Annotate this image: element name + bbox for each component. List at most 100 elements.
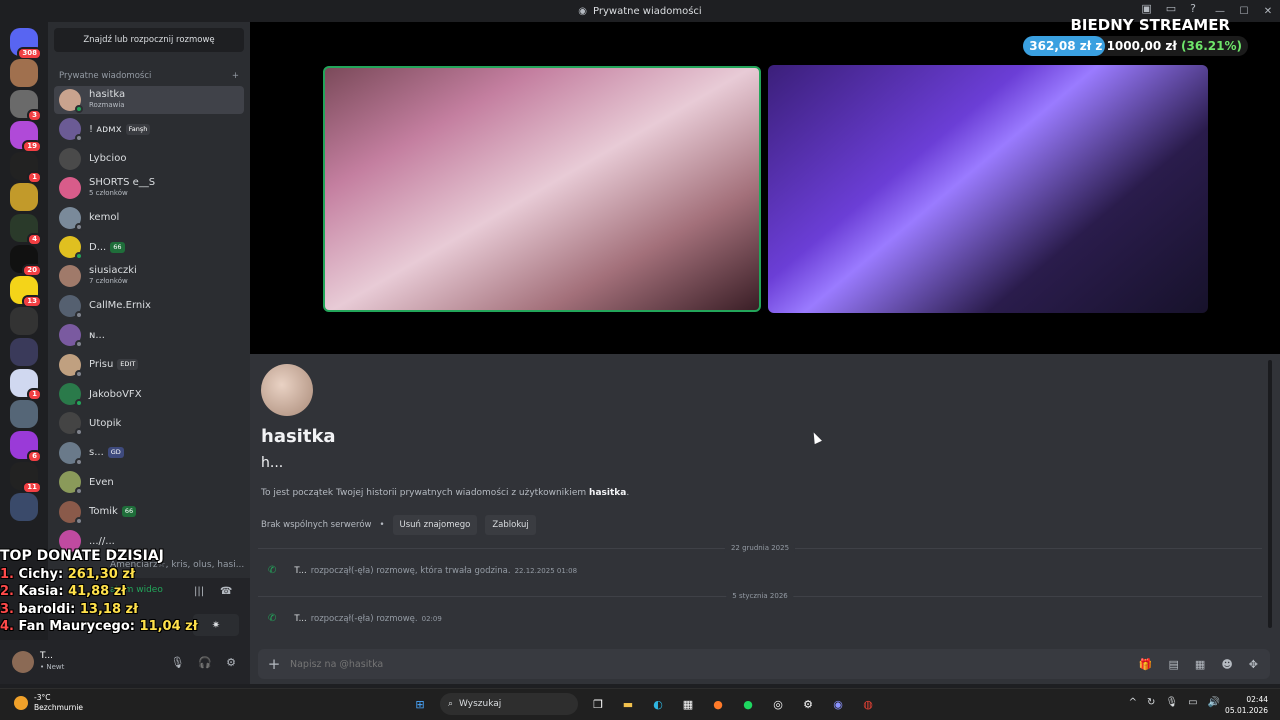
dm-item[interactable]: kemol xyxy=(54,204,244,232)
dm-item[interactable]: CallMe.Ernix xyxy=(54,292,244,320)
emoji-icon[interactable]: ☻ xyxy=(1221,658,1232,671)
dm-name: ...//... xyxy=(89,535,115,547)
sticker-icon[interactable]: ▦ xyxy=(1195,658,1205,671)
store-icon[interactable]: ▦ xyxy=(678,694,698,714)
server-icon[interactable]: 20 xyxy=(10,245,42,277)
server-icon[interactable]: 6 xyxy=(10,431,42,463)
dm-item[interactable]: siusiaczki 7 członków xyxy=(54,262,244,290)
call-timestamp: 02:09 xyxy=(421,614,442,623)
donate-value: 13,18 zł xyxy=(79,601,138,617)
dm-item[interactable]: SHORTS e__S 5 członków xyxy=(54,174,244,202)
call-author[interactable]: T... xyxy=(294,614,306,624)
dm-item[interactable]: Lybcioo xyxy=(54,145,244,173)
weather-desc: Bezchmurnie xyxy=(34,703,84,712)
system-tray: ^ ↻ 🎙 ▭ 🔊 xyxy=(1129,697,1220,708)
taskbar-search[interactable]: ⌕ Wyszukaj xyxy=(440,693,578,715)
donate-name: Kasia: xyxy=(18,584,64,599)
donate-value: 261,30 zł xyxy=(67,566,135,582)
dm-avatar xyxy=(59,353,83,378)
remove-friend-button[interactable]: Usuń znajomego xyxy=(392,515,478,535)
dm-item[interactable]: Utopik xyxy=(54,409,244,437)
message-input[interactable] xyxy=(290,658,1139,670)
chat-scrollbar[interactable] xyxy=(1268,360,1272,628)
dm-name: SHORTS e__S xyxy=(89,177,156,189)
donate-row: 1. Cichy: 261,30 zł xyxy=(0,566,200,584)
server-icon[interactable]: 1 xyxy=(10,369,42,401)
server-icon[interactable]: 11 xyxy=(10,462,42,494)
help-icon[interactable]: ? xyxy=(1190,2,1196,15)
tray-chevron-icon[interactable]: ^ xyxy=(1129,697,1137,708)
app-icon[interactable]: ◎ xyxy=(768,694,788,714)
goal-bar: 362,08 zł z 1000,00 zł (36.21%) xyxy=(1023,36,1248,56)
server-icon[interactable]: 3 xyxy=(10,90,42,122)
call-author[interactable]: T... xyxy=(294,566,306,576)
avatar-icon[interactable] xyxy=(10,59,38,87)
add-dm-icon[interactable]: + xyxy=(232,71,239,81)
dm-item[interactable]: Prisu EDIT xyxy=(54,351,244,379)
taskbar-search-label: Wyszukaj xyxy=(459,699,502,709)
dm-item[interactable]: Even xyxy=(54,468,244,496)
find-conversation-button[interactable]: Znajdź lub rozpocznij rozmowę xyxy=(54,28,244,52)
status-indicator xyxy=(75,428,83,437)
display-icon[interactable]: ▭ xyxy=(1188,697,1197,708)
no-mutual-servers[interactable]: Brak wspólnych serwerów xyxy=(261,520,371,530)
dm-item[interactable]: ɴ... xyxy=(54,321,244,349)
attach-plus-icon[interactable]: + xyxy=(258,655,290,673)
profile-avatar[interactable] xyxy=(261,364,313,416)
server-icon[interactable] xyxy=(10,338,38,366)
server-icon[interactable] xyxy=(10,183,38,211)
monitor-icon[interactable]: ▭ xyxy=(1166,2,1176,15)
volume-icon[interactable]: 🔊 xyxy=(1208,697,1220,708)
firefox-icon[interactable]: ● xyxy=(708,694,728,714)
dm-item[interactable]: ! ᴀᴅᴍx Fanşh xyxy=(54,115,244,143)
block-button[interactable]: Zablokuj xyxy=(485,515,536,535)
file-explorer-icon[interactable]: ▬ xyxy=(618,694,638,714)
discord-logo-icon[interactable]: 308 xyxy=(10,28,42,60)
window-title: Prywatne wiadomości xyxy=(593,5,702,17)
gif-icon[interactable]: ▤ xyxy=(1169,658,1179,671)
dot-separator: • xyxy=(379,520,385,530)
mic-tray-icon[interactable]: 🎙 xyxy=(1165,697,1178,708)
spotify-icon[interactable]: ● xyxy=(738,694,758,714)
dm-item[interactable]: JakoboVFX xyxy=(54,380,244,408)
settings-gear-icon[interactable]: ⚙ xyxy=(226,656,236,669)
headphones-icon[interactable]: 🎧 xyxy=(198,656,212,669)
dm-item[interactable]: s... GD xyxy=(54,439,244,467)
server-icon[interactable]: 13 xyxy=(10,276,42,308)
close-icon[interactable]: ✕ xyxy=(1256,0,1280,22)
clock[interactable]: 02:44 05.01.2026 xyxy=(1225,694,1268,716)
discord-taskbar-icon[interactable]: ◉ xyxy=(828,694,848,714)
video-tile-hasitka[interactable] xyxy=(323,66,761,312)
task-view-icon[interactable]: ❐ xyxy=(588,694,608,714)
video-tile-user[interactable] xyxy=(768,65,1208,313)
donate-name: Cichy: xyxy=(18,566,64,582)
status-indicator xyxy=(75,252,83,260)
disconnect-icon[interactable]: ☎ xyxy=(220,586,232,597)
dm-avatar xyxy=(59,441,83,466)
windows-start-icon[interactable]: ⊞ xyxy=(410,694,430,714)
server-icon[interactable]: 19 xyxy=(10,121,42,153)
dm-item[interactable]: hasitka Rozmawia xyxy=(54,86,244,114)
server-icon[interactable]: 1 xyxy=(10,152,42,184)
apps-icon[interactable]: ✥ xyxy=(1249,658,1258,671)
server-icon[interactable] xyxy=(10,400,38,428)
dm-item[interactable]: Tomik 66 xyxy=(54,498,244,526)
edge-icon[interactable]: ◐ xyxy=(648,694,668,714)
user-avatar[interactable] xyxy=(12,651,34,673)
weather-widget[interactable]: -3°C Bezchmurnie xyxy=(14,693,83,713)
server-icon[interactable]: 4 xyxy=(10,214,42,246)
dm-item[interactable]: D... 66 xyxy=(54,233,244,261)
settings-icon[interactable]: ⚙ xyxy=(798,694,818,714)
microphone-icon[interactable]: 🎙 xyxy=(170,656,184,669)
chrome-icon[interactable]: ◍ xyxy=(858,694,878,714)
intro-post: . xyxy=(626,488,630,498)
inbox-icon[interactable]: ▣ xyxy=(1141,2,1151,15)
dm-avatar xyxy=(59,265,81,288)
server-icon[interactable] xyxy=(10,307,38,335)
gift-icon[interactable]: 🎁 xyxy=(1139,658,1153,671)
server-icon[interactable] xyxy=(10,493,38,521)
sync-icon[interactable]: ↻ xyxy=(1147,697,1155,708)
search-icon: ⌕ xyxy=(448,699,454,709)
goal-target: 1000,00 zł xyxy=(1106,39,1177,53)
goal-current: 362,08 zł xyxy=(1029,39,1092,53)
